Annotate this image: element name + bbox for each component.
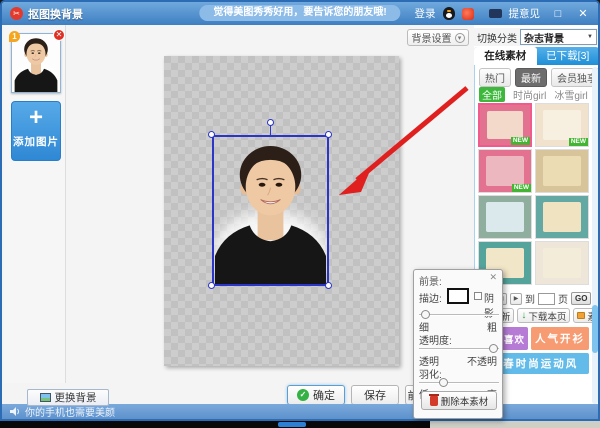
material-thumb[interactable] [478, 195, 532, 239]
material-thumb[interactable] [535, 149, 589, 193]
stroke-color-swatch[interactable] [447, 288, 469, 304]
material-thumb[interactable]: NEW [535, 103, 589, 147]
filter-fashion-girl[interactable]: 时尚girl [513, 87, 546, 102]
delete-material-button[interactable]: 删除本素材 [421, 391, 497, 410]
stroke-slider[interactable] [419, 314, 499, 316]
next-page-button[interactable]: ▶ [510, 293, 522, 305]
image-number-badge: 1 [9, 31, 20, 42]
opacity-label: 透明度: [419, 332, 452, 347]
taskbar-app-icon[interactable] [278, 422, 306, 427]
new-badge: NEW [511, 137, 530, 145]
trash-icon [430, 396, 438, 406]
dropdown-arrow-icon: ▼ [587, 34, 593, 40]
selection-handle-top-left[interactable] [208, 131, 215, 138]
material-grid: NEW NEW NEW [478, 103, 590, 285]
stroke-slider-thumb[interactable] [421, 310, 430, 319]
feedback-link[interactable]: 提意见 [509, 6, 541, 21]
new-badge: NEW [512, 184, 531, 192]
selection-handle-top-right[interactable] [325, 131, 332, 138]
change-background-button[interactable]: 更换背景 [27, 389, 109, 406]
panel-title: 前景: [419, 273, 442, 288]
subtab-hot[interactable]: 热门 [479, 68, 511, 87]
tab-downloaded[interactable]: 已下载[3] [537, 47, 600, 65]
opacity-slider[interactable] [419, 348, 499, 350]
panel-close-icon[interactable]: ✕ [489, 272, 497, 283]
category-dropdown[interactable]: 杂志背景 ▼ [520, 29, 597, 45]
material-tabs: 在线素材 已下载[3] [474, 47, 599, 65]
chevron-down-icon: ▾ [455, 33, 465, 43]
foreground-settings-panel: 前景: ✕ 描边: 阴影 细 粗 透明度: 透明 不透明 羽化: 低 高 删除本… [413, 269, 503, 419]
go-button[interactable]: GO [571, 292, 591, 305]
add-image-button[interactable]: + 添加图片 [11, 101, 61, 161]
scrollbar-thumb[interactable] [592, 305, 598, 353]
save-button[interactable]: 保存 [351, 385, 399, 405]
thick-label: 粗 [487, 319, 497, 334]
rotate-handle-stem [270, 126, 271, 135]
stroke-label: 描边: [419, 290, 442, 305]
qq-icon[interactable] [443, 7, 455, 20]
check-icon: ✓ [297, 389, 309, 401]
remove-image-icon[interactable]: ✕ [53, 29, 65, 41]
title-bar: ✂ 抠图换背景 觉得美图秀秀好用，要告诉您的朋友哦! 登录 提意见 □ ✕ [2, 2, 598, 25]
material-thumb[interactable]: NEW [478, 149, 532, 193]
confirm-button[interactable]: ✓ 确定 [287, 385, 345, 405]
download-page-button[interactable]: ↓ 下载本页 [517, 308, 570, 323]
pagination: ◀ ▶ 到 页 GO [495, 291, 591, 306]
material-thumb[interactable] [535, 241, 589, 285]
foreground-photo[interactable] [212, 135, 329, 286]
download-icon: ↓ [521, 310, 526, 321]
picture-icon [40, 393, 51, 402]
speaker-icon [10, 407, 20, 416]
image-list-sidebar: 1 ✕ + 添加图片 [4, 25, 66, 383]
feedback-bubble-icon [489, 9, 502, 18]
new-badge: NEW [569, 138, 588, 146]
shadow-checkbox[interactable] [474, 292, 482, 300]
taskbar-tray [430, 421, 600, 428]
selection-handle-bottom-left[interactable] [208, 282, 215, 289]
panel-scrollbar[interactable] [592, 67, 598, 404]
tab-online-materials[interactable]: 在线素材 [474, 47, 537, 65]
rotate-handle[interactable] [267, 119, 274, 126]
opaque-label: 不透明 [467, 353, 497, 368]
app-icon: ✂ [10, 7, 23, 20]
filter-all[interactable]: 全部 [479, 87, 505, 102]
plus-icon: + [12, 102, 60, 134]
share-icon[interactable] [462, 8, 474, 20]
feather-slider[interactable] [419, 382, 499, 384]
window-title: 抠图换背景 [28, 6, 83, 22]
opacity-slider-thumb[interactable] [489, 344, 498, 353]
feather-label: 羽化: [419, 366, 442, 381]
close-button[interactable]: ✕ [576, 7, 590, 20]
material-thumb-selected[interactable]: NEW [478, 103, 532, 147]
minimize-button[interactable]: □ [551, 8, 565, 20]
image-thumbnail[interactable]: 1 ✕ [11, 33, 61, 93]
status-message: 你的手机也需要美颜 [25, 404, 115, 419]
thumbnail-portrait [12, 34, 60, 92]
category-label: 切换分类 [477, 30, 517, 45]
banner-popular-cardigan[interactable]: 人气开衫 [531, 327, 589, 350]
os-taskbar [0, 421, 600, 428]
material-thumb[interactable] [535, 195, 589, 239]
login-link[interactable]: 登录 [415, 6, 436, 21]
page-number-input[interactable] [538, 293, 555, 305]
filter-snow-girl[interactable]: 冰雪girl [554, 87, 587, 102]
subtab-newest[interactable]: 最新 [515, 68, 547, 87]
app-window: ✂ 抠图换背景 觉得美图秀秀好用，要告诉您的朋友哦! 登录 提意见 □ ✕ 1 … [0, 0, 600, 421]
package-icon [577, 312, 585, 319]
background-settings-button[interactable]: 背景设置 ▾ [407, 29, 469, 46]
status-bar: 你的手机也需要美颜 [2, 404, 598, 419]
feather-slider-thumb[interactable] [439, 378, 448, 387]
selection-handle-bottom-right[interactable] [325, 282, 332, 289]
promo-banner: 觉得美图秀秀好用，要告诉您的朋友哦! [199, 5, 400, 21]
